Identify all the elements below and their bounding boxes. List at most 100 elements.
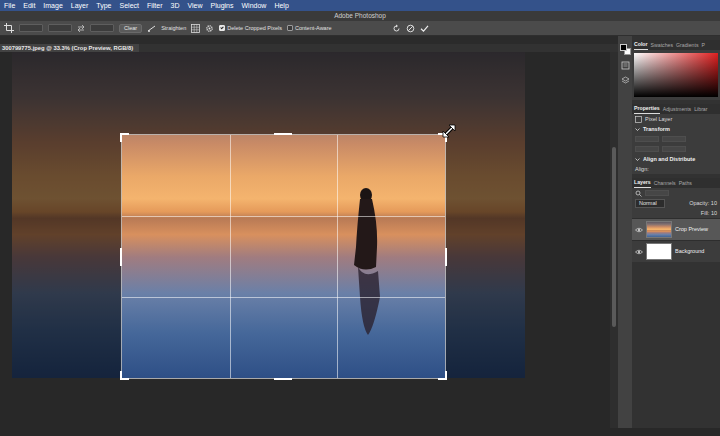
title-bar: Adobe Photoshop (0, 11, 720, 21)
filter-kind-field[interactable] (645, 190, 669, 196)
checkbox-box[interactable] (219, 25, 225, 31)
scroll-thumb[interactable] (612, 147, 616, 327)
menu-item[interactable]: Plugins (211, 0, 234, 11)
panel-tab[interactable]: Properties (634, 104, 660, 114)
straighten-icon[interactable] (147, 24, 156, 33)
panel-tabs: ColorSwatchesGradientsP (632, 40, 720, 50)
layer-name[interactable]: Crop Preview (675, 225, 708, 233)
dock-toolbar (618, 36, 632, 428)
checkbox-label[interactable]: Content-Aware (295, 24, 332, 32)
panel-tab[interactable]: Gradients (676, 41, 699, 50)
transform-field (662, 146, 686, 152)
menu-item[interactable]: Filter (147, 0, 163, 11)
fill-field[interactable]: Fill: 10 (701, 209, 717, 218)
blend-mode-select[interactable]: Normal (635, 199, 665, 208)
layer-kind-row: Pixel Layer (632, 114, 720, 124)
pixel-layer-icon (635, 116, 642, 123)
opacity-field[interactable]: Opacity: 10 (689, 199, 717, 208)
menu-item[interactable]: Select (120, 0, 139, 11)
panel-tab[interactable]: Adjustments (663, 105, 692, 114)
menu-item[interactable]: File (4, 0, 15, 11)
crop-handle[interactable] (120, 133, 129, 142)
crop-box[interactable] (122, 135, 445, 378)
menu-item[interactable]: Window (242, 0, 267, 11)
grid-line (230, 135, 231, 378)
layer-row[interactable]: Crop Preview (632, 218, 720, 240)
transform-fields (632, 134, 720, 144)
menu-item[interactable]: View (188, 0, 203, 11)
menu-item[interactable]: Help (274, 0, 288, 11)
workspace: 300799775.jpeg @ 33.3% (Crop Preview, RG… (0, 36, 720, 428)
document-tabs: 300799775.jpeg @ 33.3% (Crop Preview, RG… (0, 44, 618, 52)
vertical-scrollbar[interactable] (610, 52, 618, 428)
document-area: 300799775.jpeg @ 33.3% (Crop Preview, RG… (0, 36, 618, 428)
layer-name[interactable]: Background (675, 247, 704, 255)
properties-icon[interactable] (621, 61, 630, 70)
transform-header[interactable]: Transform (632, 124, 720, 134)
grid-line (337, 135, 338, 378)
transform-fields (632, 144, 720, 154)
layer-filter-row (632, 188, 720, 198)
panel-tab[interactable]: P (702, 41, 705, 50)
search-icon[interactable] (635, 190, 642, 197)
panel-tab[interactable]: Paths (679, 179, 692, 188)
cancel-icon[interactable] (406, 24, 415, 33)
height-field[interactable] (90, 24, 114, 32)
checkbox-box[interactable] (287, 25, 293, 31)
layers-icon[interactable] (621, 76, 630, 85)
section-title[interactable]: Align and Distribute (643, 155, 695, 164)
menu-item[interactable]: Type (96, 0, 111, 11)
crop-handle[interactable] (120, 248, 122, 266)
eye-icon[interactable] (634, 227, 643, 233)
panel-tab[interactable]: Layers (634, 178, 651, 188)
menu-bar: File Edit Image Layer Type Select Filter 3D View… (0, 0, 720, 11)
option-checkbox[interactable]: Delete Cropped Pixels (219, 24, 282, 32)
checkbox-label[interactable]: Delete Cropped Pixels (227, 24, 282, 32)
commit-icon[interactable] (420, 24, 429, 33)
align-header[interactable]: Align and Distribute (632, 154, 720, 164)
document-tab[interactable]: 300799775.jpeg @ 33.3% (Crop Preview, RG… (0, 44, 139, 52)
grid-line (122, 216, 445, 217)
menu-item[interactable]: Image (43, 0, 62, 11)
color-swatches[interactable] (620, 44, 631, 55)
fill-row: Fill: 10 (632, 208, 720, 218)
panel-tab[interactable]: Swatches (651, 41, 674, 50)
menu-item[interactable]: Edit (23, 0, 35, 11)
crop-handle[interactable] (438, 371, 447, 380)
chevron-icon (635, 127, 640, 132)
color-panel: ColorSwatchesGradientsP (632, 40, 720, 100)
gear-icon[interactable] (205, 24, 214, 33)
crop-handle[interactable] (274, 378, 292, 380)
clear-button[interactable]: Clear (119, 24, 142, 33)
eye-icon[interactable] (634, 249, 643, 255)
panel-tab[interactable]: Librar (694, 105, 707, 114)
panel-dock: ColorSwatchesGradientsP PropertiesAdjust… (618, 36, 720, 428)
panel-tab[interactable]: Channels (654, 179, 676, 188)
transform-field (635, 146, 659, 152)
ratio-field[interactable] (19, 24, 43, 32)
layer-thumbnail[interactable] (646, 221, 672, 238)
panel-tab[interactable]: Color (634, 40, 648, 50)
section-title[interactable]: Transform (643, 125, 670, 134)
crop-handle[interactable] (274, 133, 292, 135)
crop-handle[interactable] (120, 371, 129, 380)
option-checkbox[interactable]: Content-Aware (287, 24, 332, 32)
layer-thumbnail[interactable] (646, 243, 672, 260)
transform-field (662, 136, 686, 142)
reset-icon[interactable] (392, 24, 401, 33)
swap-icon[interactable] (77, 24, 85, 32)
grid-overlay-icon[interactable] (191, 24, 200, 33)
menu-item[interactable]: 3D (171, 0, 180, 11)
straighten-label[interactable]: Straighten (161, 24, 186, 32)
canvas[interactable] (0, 52, 610, 428)
foreground-color[interactable] (620, 44, 627, 51)
panel-tabs: LayersChannelsPaths (632, 178, 720, 188)
crop-tool-icon[interactable] (4, 23, 14, 33)
canvas-wrap (0, 52, 618, 428)
align-row: Align: (632, 164, 720, 174)
menu-item[interactable]: Layer (71, 0, 89, 11)
layer-row[interactable]: Background (632, 240, 720, 262)
width-field[interactable] (48, 24, 72, 32)
color-picker-field[interactable] (634, 53, 718, 97)
crop-handle[interactable] (445, 248, 447, 266)
